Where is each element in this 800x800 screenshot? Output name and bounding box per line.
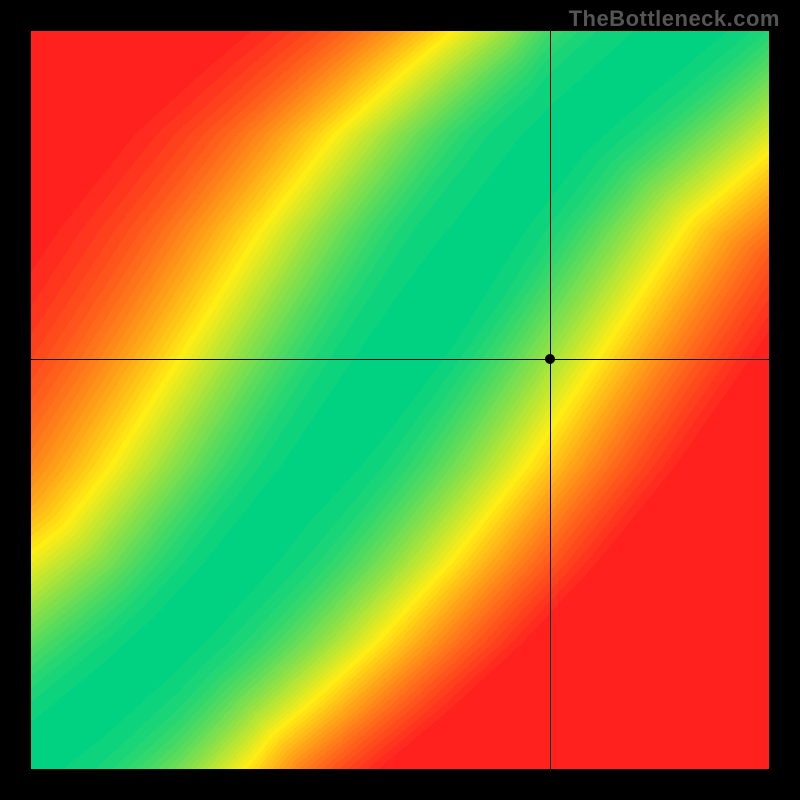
watermark-text: TheBottleneck.com xyxy=(569,6,780,32)
marker-dot xyxy=(545,354,555,364)
crosshair-vertical xyxy=(550,31,551,769)
chart-frame: TheBottleneck.com xyxy=(0,0,800,800)
heatmap-plot xyxy=(31,31,769,769)
crosshair-horizontal xyxy=(31,359,769,360)
heatmap-canvas xyxy=(31,31,769,769)
